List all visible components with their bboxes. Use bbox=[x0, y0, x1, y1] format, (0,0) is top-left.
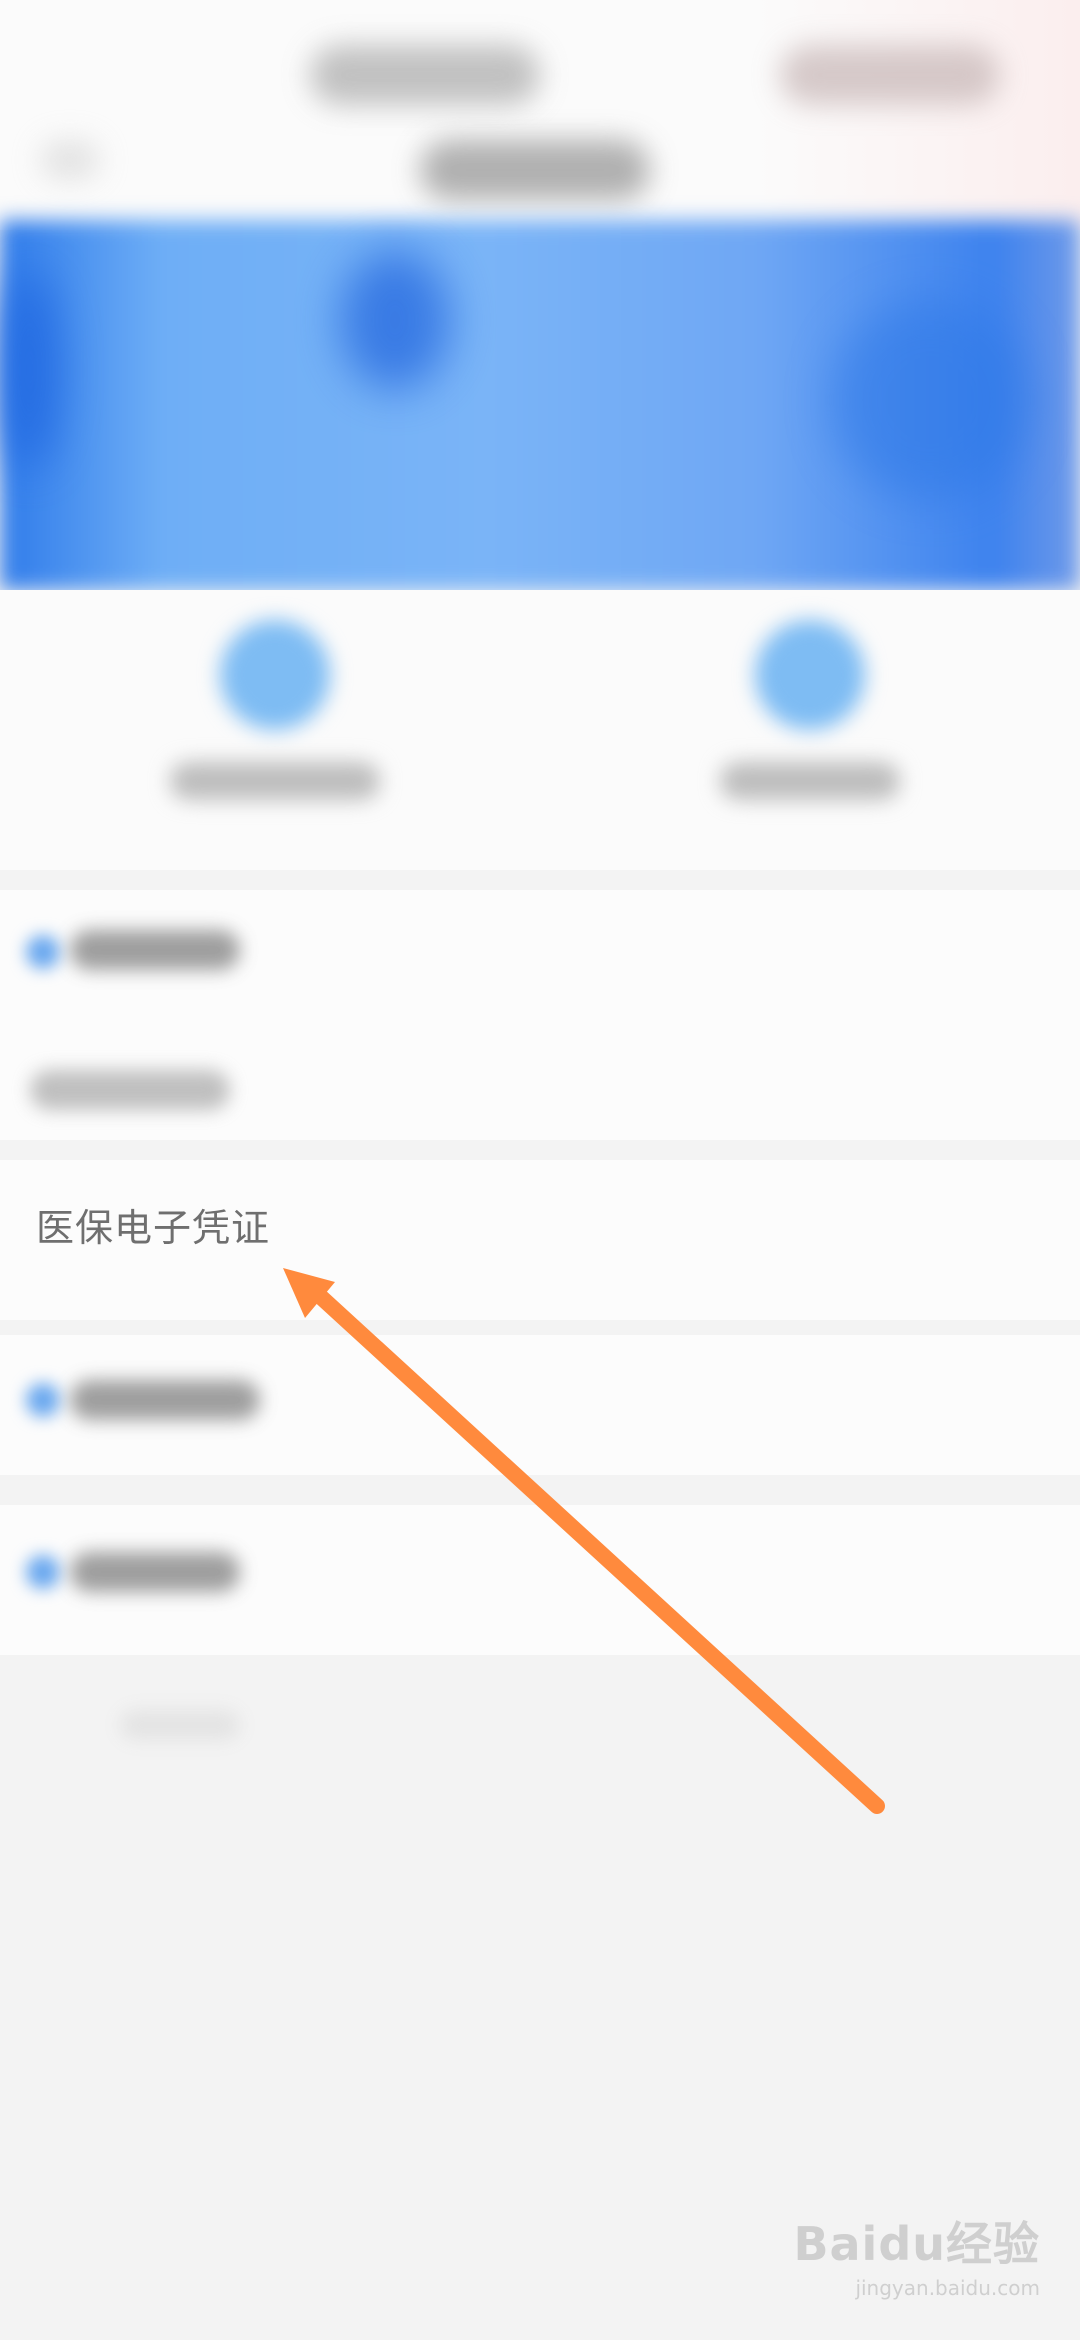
quick-action-right-label[interactable] bbox=[720, 762, 900, 800]
back-icon[interactable] bbox=[40, 140, 100, 180]
banner-location-icon bbox=[340, 250, 450, 390]
quick-actions bbox=[0, 590, 1080, 870]
quick-action-left-label[interactable] bbox=[170, 762, 380, 800]
list-item-label bbox=[70, 930, 240, 970]
list-item-label bbox=[70, 1552, 240, 1592]
app-screen: 医保电子凭证 Baidu经验 jingyan.baidu.com bbox=[0, 0, 1080, 2340]
list-item-icon bbox=[26, 1383, 60, 1417]
list-item-icon bbox=[26, 935, 60, 969]
quick-action-right-icon[interactable] bbox=[755, 620, 865, 730]
watermark: Baidu经验 jingyan.baidu.com bbox=[793, 2208, 1040, 2300]
list-item-icon bbox=[26, 1555, 60, 1589]
watermark-brand: Baidu经验 bbox=[793, 2217, 1040, 2271]
header-tab-left[interactable] bbox=[310, 45, 540, 105]
header-tab-right[interactable] bbox=[780, 45, 1000, 105]
list-item-label bbox=[70, 1380, 260, 1420]
quick-action-left-icon[interactable] bbox=[220, 620, 330, 730]
watermark-site: jingyan.baidu.com bbox=[855, 2276, 1040, 2300]
header-title bbox=[420, 140, 650, 200]
medical-e-certificate-label[interactable]: 医保电子凭证 bbox=[36, 1198, 270, 1258]
banner-decoration bbox=[830, 300, 1030, 500]
banner-edge-decoration bbox=[0, 270, 60, 470]
list-item-sublabel bbox=[30, 1070, 230, 1110]
footer-hint bbox=[120, 1710, 240, 1740]
